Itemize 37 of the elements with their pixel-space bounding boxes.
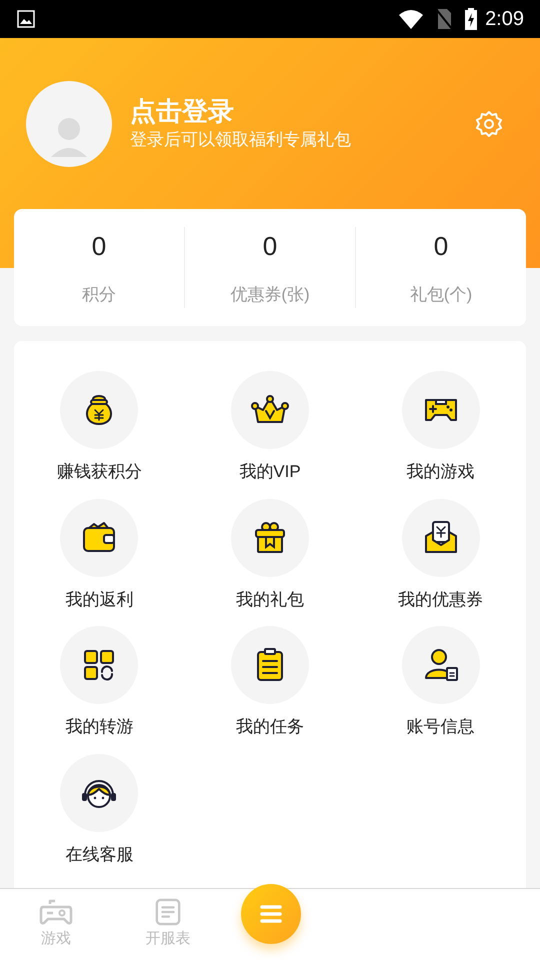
menu-item[interactable]: 我的VIP xyxy=(184,371,356,484)
settings-icon[interactable] xyxy=(474,108,504,138)
menu-label: 我的转游 xyxy=(65,716,134,738)
stat-label: 优惠券(张) xyxy=(230,284,310,306)
menu-label: 我的任务 xyxy=(236,716,304,738)
menu-item[interactable]: 账号信息 xyxy=(355,626,526,740)
menu-item[interactable]: 我的礼包 xyxy=(184,498,356,612)
menu-item[interactable]: 我的任务 xyxy=(184,626,356,740)
status-time: 2:09 xyxy=(485,7,524,32)
battery-charging-icon xyxy=(465,8,478,30)
menu-label: 在线客服 xyxy=(65,844,134,866)
image-icon xyxy=(16,9,36,29)
no-sim-icon xyxy=(435,8,454,30)
document-icon xyxy=(155,898,181,926)
wifi-icon xyxy=(399,9,424,29)
gamepad-icon xyxy=(39,898,73,926)
menu-label: 赚钱获积分 xyxy=(56,461,142,483)
menu-icon xyxy=(259,904,283,924)
menu-item[interactable]: 赚钱获积分 xyxy=(14,371,185,484)
menu-item[interactable]: 我的游戏 xyxy=(355,371,526,484)
menu-fab[interactable] xyxy=(241,884,301,944)
menu-item[interactable]: 在线客服 xyxy=(14,754,185,867)
menu-label: 我的VIP xyxy=(239,461,301,483)
stat-value: 0 xyxy=(434,230,448,264)
stat-label: 礼包(个) xyxy=(410,284,472,306)
menu-item[interactable]: 我的转游 xyxy=(14,626,185,740)
menu-item[interactable]: 我的返利 xyxy=(14,498,185,612)
menu-item[interactable]: 我的优惠券 xyxy=(355,498,526,612)
menu-label: 我的返利 xyxy=(65,588,134,610)
login-subtitle: 登录后可以领取福利专属礼包 xyxy=(130,129,351,151)
stat-value: 0 xyxy=(262,230,278,264)
stat-value: 0 xyxy=(92,230,106,264)
menu-label: 我的游戏 xyxy=(406,461,475,483)
stat-label: 积分 xyxy=(82,284,116,306)
menu-label: 账号信息 xyxy=(406,716,475,738)
menu-label: 我的礼包 xyxy=(236,588,304,610)
menu-label: 我的优惠券 xyxy=(398,588,484,610)
